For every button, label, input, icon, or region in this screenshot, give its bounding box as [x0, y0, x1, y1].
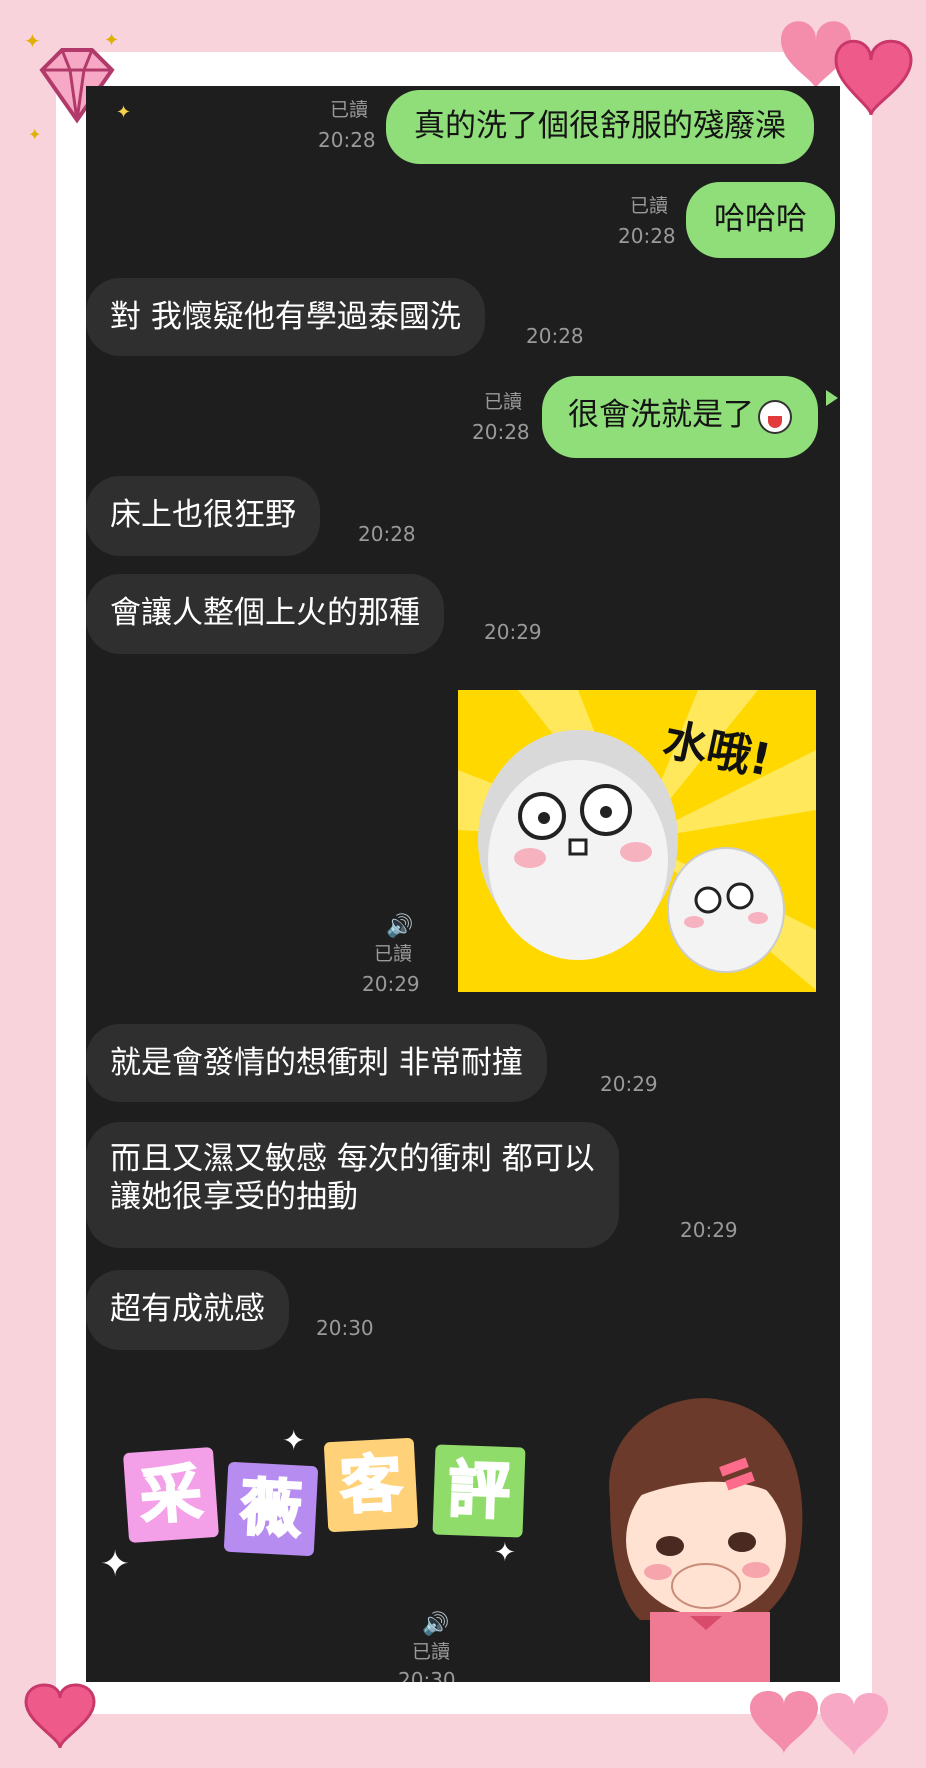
girl-character-illustration	[609, 1398, 803, 1682]
message-time: 20:28	[318, 128, 376, 152]
sparkle-icon: ✦	[100, 1544, 131, 1585]
message-time: 20:29	[600, 1072, 658, 1096]
message-bubble-received[interactable]: 對 我懷疑他有學過泰國洗	[86, 278, 485, 356]
message-bubble-received[interactable]: 超有成就感	[86, 1270, 289, 1350]
message-bubble-received[interactable]: 就是會發情的想衝刺 非常耐撞	[86, 1024, 547, 1102]
title-char: 薇	[223, 1461, 319, 1557]
sparkle-icon: ✦	[494, 1538, 516, 1568]
message-bubble-received[interactable]: 床上也很狂野	[86, 476, 320, 556]
svg-text:✦: ✦	[24, 30, 41, 53]
message-time: 20:28	[358, 522, 416, 546]
read-receipt: 已讀	[630, 195, 669, 217]
laugh-emoji-icon	[758, 399, 792, 434]
heart-icon	[24, 1683, 96, 1749]
read-receipt: 已讀	[330, 99, 369, 121]
sparkle-icon: ✦	[282, 1424, 306, 1457]
message-time: 20:28	[618, 224, 676, 248]
brand-title: 采 薇 客 評 ✦ ✦ ✦	[100, 1424, 542, 1585]
message-text: 很會洗就是了	[568, 397, 754, 433]
title-char: 客	[323, 1437, 419, 1533]
sticker-image[interactable]: 水哦!	[458, 690, 816, 992]
message-time: 20:30	[398, 1668, 456, 1682]
speaker-icon[interactable]: 🔊	[422, 1612, 449, 1637]
bubble-tail	[826, 390, 838, 406]
svg-text:✦: ✦	[104, 30, 119, 51]
heart-icon	[750, 1690, 888, 1756]
title-char: 評	[432, 1444, 526, 1538]
message-time: 20:28	[472, 420, 530, 444]
message-bubble-sent[interactable]: 哈哈哈	[686, 182, 835, 258]
message-time: 20:29	[484, 620, 542, 644]
read-receipt: 已讀	[412, 1641, 451, 1663]
message-time: 20:28	[526, 324, 584, 348]
read-receipt: 已讀	[484, 391, 523, 413]
message-time: 20:29	[362, 972, 420, 996]
svg-text:✦: ✦	[28, 125, 41, 140]
message-bubble-received[interactable]: 會讓人整個上火的那種	[86, 574, 444, 654]
message-time: 20:30	[316, 1316, 374, 1340]
message-line: 讓她很享受的抽動	[110, 1179, 358, 1215]
message-line: 而且又濕又敏感 每次的衝刺 都可以	[110, 1141, 595, 1177]
read-receipt: 已讀	[374, 943, 413, 965]
title-char: 采	[122, 1446, 220, 1544]
message-bubble-received[interactable]: 而且又濕又敏感 每次的衝刺 都可以 讓她很享受的抽動	[86, 1122, 619, 1248]
message-bubble-sent[interactable]: 很會洗就是了	[542, 376, 818, 458]
speaker-icon[interactable]: 🔊	[386, 914, 413, 939]
message-bubble-sent[interactable]: 真的洗了個很舒服的殘廢澡	[386, 90, 814, 164]
sparkle-icon: ✦	[116, 102, 132, 123]
message-time: 20:29	[680, 1218, 738, 1242]
